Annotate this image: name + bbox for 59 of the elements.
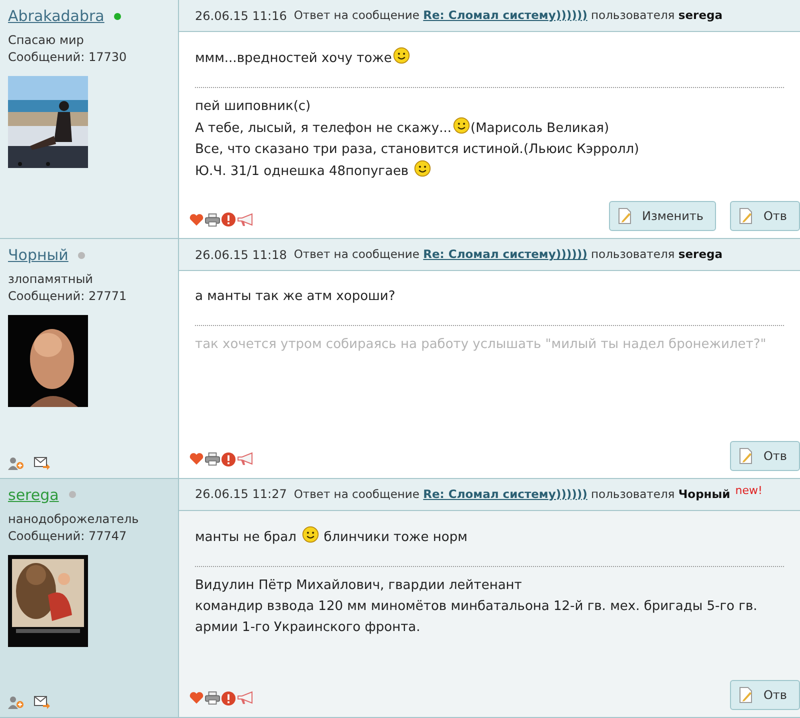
signature-text: пей шиповник(с) (195, 99, 311, 114)
smiley-icon (452, 117, 470, 134)
signature-text: командир взвода 120 мм миномётов минбатальона 12-й гв. мех. бригады 5-го гв. (195, 598, 758, 614)
add-friend-icon[interactable] (8, 696, 24, 709)
smiley-icon (414, 160, 431, 177)
post-button[interactable]: Отв (730, 440, 800, 471)
thread-link[interactable]: Re: Сломал систему)))))) (423, 8, 588, 22)
edit-icon (739, 208, 754, 224)
author-name-link[interactable]: Abrakadabra (8, 6, 104, 26)
signature-text: Все, что сказано три раза, становится истиной.(Льюис Кэрролл) (195, 142, 640, 157)
post-date: 26.06.15 11:18 (195, 246, 287, 264)
thread-link[interactable]: Re: Сломал систему)))))) (423, 247, 588, 262)
signature-text: Видулин Пётр Михайлович, гвардии лейтенант (195, 578, 522, 593)
printer-icon[interactable] (205, 212, 220, 227)
edit-icon (739, 448, 754, 464)
edit-icon (739, 686, 754, 703)
message-count: Сообщений: 27771 (8, 288, 128, 306)
message-text: манты не брал (195, 530, 298, 545)
signature-text: (Марисоль Великая) (470, 121, 610, 136)
user-status: нанодоброжелатель (8, 510, 140, 528)
heart-icon[interactable] (189, 452, 204, 466)
signature-text: Ю.Ч. 31/1 однешка 48попугаев (195, 164, 410, 179)
megaphone-icon[interactable] (237, 212, 255, 227)
heart-icon[interactable] (189, 691, 204, 706)
mail-icon[interactable] (34, 456, 50, 470)
printer-icon[interactable] (205, 691, 220, 706)
new-label: new! (735, 482, 762, 499)
thread-link[interactable]: Re: Сломал систему)))))) (423, 486, 588, 501)
warning-icon[interactable] (221, 212, 236, 228)
message-count: Сообщений: 77747 (8, 528, 128, 545)
reply-info: Ответ на сообщение Re: Сломал систему)))))) пользователя serega (294, 6, 722, 24)
warning-icon[interactable] (221, 690, 236, 706)
user-status: злопамятный (8, 271, 94, 288)
post-button[interactable]: Отв (730, 680, 800, 710)
author-name-link[interactable]: Чорный (8, 245, 68, 266)
message-text: а манты так же атм хороши? (195, 289, 396, 304)
post-date: 26.06.15 11:16 (195, 8, 287, 24)
smiley-icon (302, 526, 319, 543)
printer-icon[interactable] (205, 452, 220, 466)
heart-icon[interactable] (189, 212, 204, 227)
post-button[interactable]: Изменить (608, 201, 716, 232)
post-button[interactable]: Отв (730, 201, 800, 232)
signature-text: так хочется утром собираясь на работу услышать "милый ты надел бронежилет?" (195, 337, 766, 352)
megaphone-icon[interactable] (237, 452, 255, 466)
reply-info: Ответ на сообщение Re: Сломал систему)))))) пользователя serega (294, 246, 722, 264)
smiley-icon (392, 47, 410, 64)
message-text: ммм...вредностей хочу тоже (195, 51, 392, 66)
message-text: блинчики тоже норм (322, 530, 468, 545)
mail-icon[interactable] (34, 696, 50, 709)
edit-icon (618, 208, 632, 224)
post-date: 26.06.15 11:27 (195, 486, 287, 504)
add-friend-icon[interactable] (8, 456, 24, 470)
reply-info: Ответ на сообщение Re: Сломал систему)))))) пользователя Чорный (294, 486, 730, 503)
signature-text: А тебе, лысый, я телефон не скажу... (195, 121, 452, 136)
signature-text: армии 1-го Украинского фронта. (195, 620, 420, 635)
warning-icon[interactable] (221, 452, 236, 467)
message-count: Сообщений: 17730 (8, 49, 128, 66)
user-status: Спасаю мир (8, 32, 85, 49)
megaphone-icon[interactable] (237, 691, 255, 706)
